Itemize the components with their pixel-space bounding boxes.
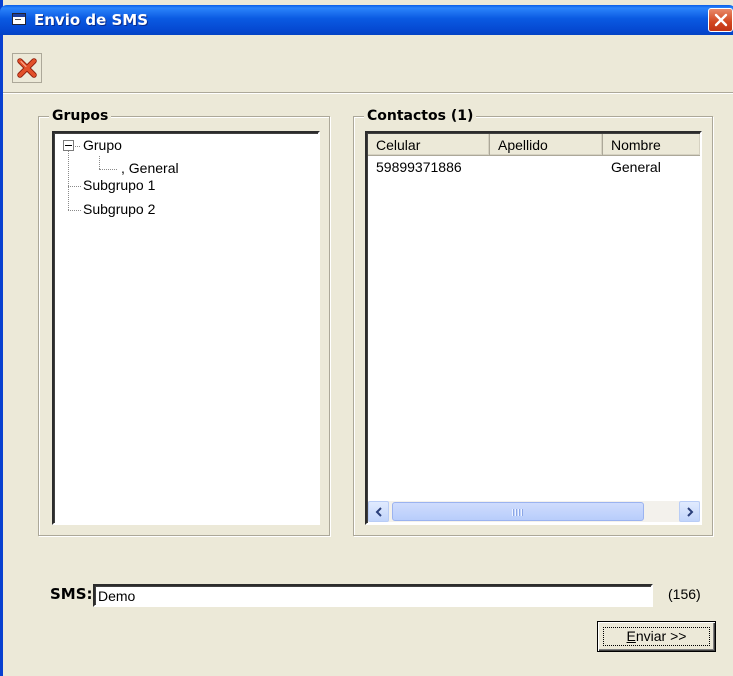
tree-connector (68, 151, 69, 210)
window-close-button[interactable] (708, 8, 733, 32)
toolbar-close-button[interactable] (12, 53, 42, 83)
list-header: Celular Apellido Nombre (368, 134, 700, 156)
column-header-apellido[interactable]: Apellido (490, 134, 603, 156)
send-button-label: Enviar >> (598, 628, 715, 644)
tree-item-subgrupo-1[interactable]: Subgrupo 1 (83, 176, 155, 194)
close-icon (714, 13, 728, 27)
arrow-left-icon (375, 507, 382, 517)
cell-nombre: General (611, 159, 661, 175)
send-button[interactable]: Enviar >> (597, 621, 716, 652)
tree-item-general[interactable]: , General (121, 159, 179, 177)
title-bar[interactable]: Envio de SMS (0, 5, 733, 35)
scroll-left-button[interactable] (368, 501, 389, 522)
column-header-nombre[interactable]: Nombre (603, 134, 700, 156)
collapse-icon[interactable] (63, 140, 74, 151)
send-button-text: nviar >> (635, 628, 687, 644)
scroll-thumb[interactable] (392, 502, 644, 521)
toolbar (3, 35, 733, 94)
scroll-grip-icon (512, 509, 524, 516)
grupos-label: Grupos (49, 108, 112, 125)
red-x-icon (17, 58, 37, 78)
sms-label: SMS: (50, 585, 93, 603)
tree-item-subgrupo-2[interactable]: Subgrupo 2 (83, 200, 155, 218)
tree-connector (99, 156, 100, 169)
sms-input[interactable] (93, 584, 653, 607)
contacts-list[interactable]: Celular Apellido Nombre 59899371886 Gene… (365, 131, 702, 525)
contactos-label: Contactos (1) (364, 108, 477, 125)
tree-connector (75, 146, 80, 147)
character-counter: (156) (668, 586, 701, 602)
column-header-celular[interactable]: Celular (368, 134, 490, 156)
window-title: Envio de SMS (34, 11, 149, 29)
horizontal-scrollbar[interactable] (368, 501, 700, 522)
scroll-right-button[interactable] (679, 501, 700, 522)
cell-celular: 59899371886 (376, 159, 462, 175)
sms-window: Envio de SMS Grupos Grupo , General Subg… (0, 0, 733, 676)
arrow-right-icon (687, 507, 694, 517)
tree-connector (68, 186, 81, 187)
groups-tree[interactable]: Grupo , General Subgrupo 1 Subgrupo 2 (52, 131, 320, 525)
tree-item-grupo[interactable]: Grupo (83, 136, 122, 154)
grupos-frame: Grupos Grupo , General Subgrupo 1 Subgru… (38, 108, 330, 536)
send-button-accel: E (626, 628, 636, 644)
tree-connector (99, 169, 117, 170)
toolbar-separator (3, 92, 733, 94)
table-row[interactable]: 59899371886 General (368, 158, 700, 176)
contactos-frame: Contactos (1) Celular Apellido Nombre 59… (353, 108, 713, 536)
tree-connector (68, 210, 81, 211)
window-icon (12, 13, 26, 25)
